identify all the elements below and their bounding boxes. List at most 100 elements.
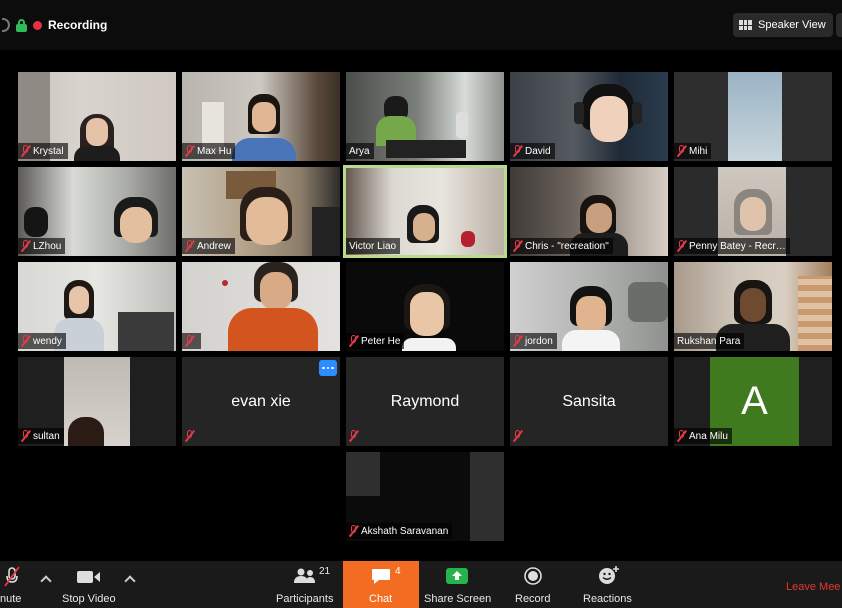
chat-bubble-icon — [372, 569, 390, 584]
video-tile-max-hu[interactable]: Max Hu — [182, 72, 340, 161]
participant-name: sultan — [33, 430, 60, 442]
video-tile-sansita[interactable]: Sansita — [510, 357, 668, 446]
mic-muted-icon — [348, 335, 359, 347]
video-tile-raymond[interactable]: Raymond — [346, 357, 504, 446]
participant-name-tag: Andrew — [182, 238, 235, 254]
participant-name-tag: Rukshan Para — [674, 333, 745, 349]
record-label: Record — [515, 593, 551, 605]
participant-name: LZhou — [33, 240, 62, 252]
participant-name-tag: Penny Batey - Recr… — [674, 238, 790, 254]
participant-name-tag: Akshath Saravanan — [346, 523, 453, 539]
video-tile-david[interactable]: David — [510, 72, 668, 161]
participant-name-tag: Max Hu — [182, 143, 236, 159]
video-tile-chris[interactable]: Chris - "recreation" — [510, 167, 668, 256]
participant-name: wendy — [33, 335, 62, 347]
video-tile-jordon[interactable]: jordon — [510, 262, 668, 351]
video-tile-peter-he[interactable]: Peter He — [346, 262, 504, 351]
participant-display-name: Sansita — [562, 393, 616, 410]
reaction-smiley-icon — [599, 566, 619, 584]
participant-name-tag: wendy — [18, 333, 66, 349]
mic-muted-icon — [20, 335, 31, 347]
meeting-toolbar: nute Stop Video 21 Participants 4 Chat S… — [0, 561, 842, 608]
video-tile-sultan[interactable]: sultan — [18, 357, 176, 446]
participant-name-tag: Chris - "recreation" — [510, 238, 613, 254]
video-tile-rukshan-para[interactable]: Rukshan Para — [674, 262, 832, 351]
mic-muted-icon — [348, 525, 359, 537]
mic-muted-icon — [20, 240, 31, 252]
record-icon — [524, 567, 542, 585]
participant-name-tag: Mihi — [674, 143, 712, 159]
mic-muted-icon — [512, 335, 523, 347]
video-tile-akshath-saravanan[interactable]: Akshath Saravanan — [346, 452, 504, 541]
mic-muted-icon — [512, 240, 523, 252]
participant-name-tag: jordon — [510, 333, 557, 349]
video-tile-lzhou[interactable]: LZhou — [18, 167, 176, 256]
participant-name: Peter He — [361, 335, 401, 347]
mic-muted-icon — [512, 430, 523, 442]
participant-name: Mihi — [689, 145, 708, 157]
recording-status[interactable]: Recording — [2, 16, 107, 34]
participant-name: Penny Batey - Recr… — [689, 240, 786, 252]
participant-name: Chris - "recreation" — [525, 240, 609, 252]
participant-name: Krystal — [33, 145, 64, 157]
share-screen-icon — [446, 568, 468, 584]
share-screen-button[interactable]: Share Screen — [422, 561, 492, 608]
mic-muted-icon — [676, 240, 687, 252]
reactions-label: Reactions — [583, 593, 632, 605]
mic-muted-icon — [4, 566, 20, 587]
mic-muted-icon — [184, 335, 195, 347]
video-tile-arya[interactable]: Arya — [346, 72, 504, 161]
video-feed — [182, 262, 340, 351]
lock-icon[interactable] — [16, 18, 27, 32]
more-options-button[interactable] — [319, 360, 337, 376]
participant-name: Andrew — [197, 240, 231, 252]
video-options-button[interactable] — [120, 561, 140, 608]
recording-dot-icon — [33, 20, 42, 30]
mic-muted-icon — [20, 145, 31, 157]
participant-name-tag — [346, 428, 362, 444]
video-tile-andrew[interactable]: Andrew — [182, 167, 340, 256]
video-tile-wendy[interactable]: wendy — [18, 262, 176, 351]
recording-label: Recording — [48, 18, 108, 32]
video-tile-evan-xie[interactable]: evan xie — [182, 357, 340, 446]
mic-muted-icon — [184, 145, 195, 157]
chat-button[interactable]: 4 Chat — [343, 561, 419, 608]
video-tile-penny-batey[interactable]: Penny Batey - Recr… — [674, 167, 832, 256]
participant-name: Akshath Saravanan — [361, 525, 449, 537]
participant-name-tag: Krystal — [18, 143, 68, 159]
audio-options-button[interactable] — [36, 561, 56, 608]
chat-badge: 4 — [395, 566, 401, 577]
stop-video-button[interactable]: Stop Video — [58, 561, 122, 608]
participant-name-tag: Ana Milu — [674, 428, 732, 444]
participant-name-tag: Arya — [346, 143, 374, 159]
participant-name-tag: Peter He — [346, 333, 405, 349]
video-tile-victor-liao[interactable]: Victor Liao — [343, 165, 507, 258]
participant-name: Ana Milu — [689, 430, 728, 442]
mute-label: nute — [0, 593, 22, 605]
video-tile-ana-milu[interactable]: A Ana Milu — [674, 357, 832, 446]
participants-count: 21 — [319, 566, 331, 577]
mic-muted-icon — [20, 430, 31, 442]
video-tile-mihi[interactable]: Mihi — [674, 72, 832, 161]
record-button[interactable]: Record — [506, 561, 560, 608]
participant-name-tag — [510, 428, 526, 444]
info-icon[interactable] — [2, 18, 10, 32]
leave-meeting-button[interactable]: Leave Mee — [786, 581, 840, 593]
video-tile-unnamed[interactable] — [182, 262, 340, 351]
participant-name: Arya — [349, 145, 370, 157]
speaker-view-button[interactable]: Speaker View — [733, 13, 833, 37]
video-camera-icon — [77, 571, 100, 583]
fullscreen-button[interactable] — [836, 13, 842, 37]
share-screen-label: Share Screen — [424, 593, 492, 605]
reactions-button[interactable]: Reactions — [580, 561, 638, 608]
chevron-up-icon — [40, 575, 52, 587]
participants-button[interactable]: 21 Participants — [272, 561, 338, 608]
mic-muted-icon — [348, 430, 359, 442]
video-tile-krystal[interactable]: Krystal — [18, 72, 176, 161]
mute-button[interactable]: nute — [0, 561, 30, 608]
mic-muted-icon — [184, 240, 195, 252]
mic-muted-icon — [184, 430, 195, 442]
stop-video-label: Stop Video — [62, 593, 116, 605]
participant-name-tag — [182, 333, 201, 349]
participant-name: jordon — [525, 335, 553, 347]
